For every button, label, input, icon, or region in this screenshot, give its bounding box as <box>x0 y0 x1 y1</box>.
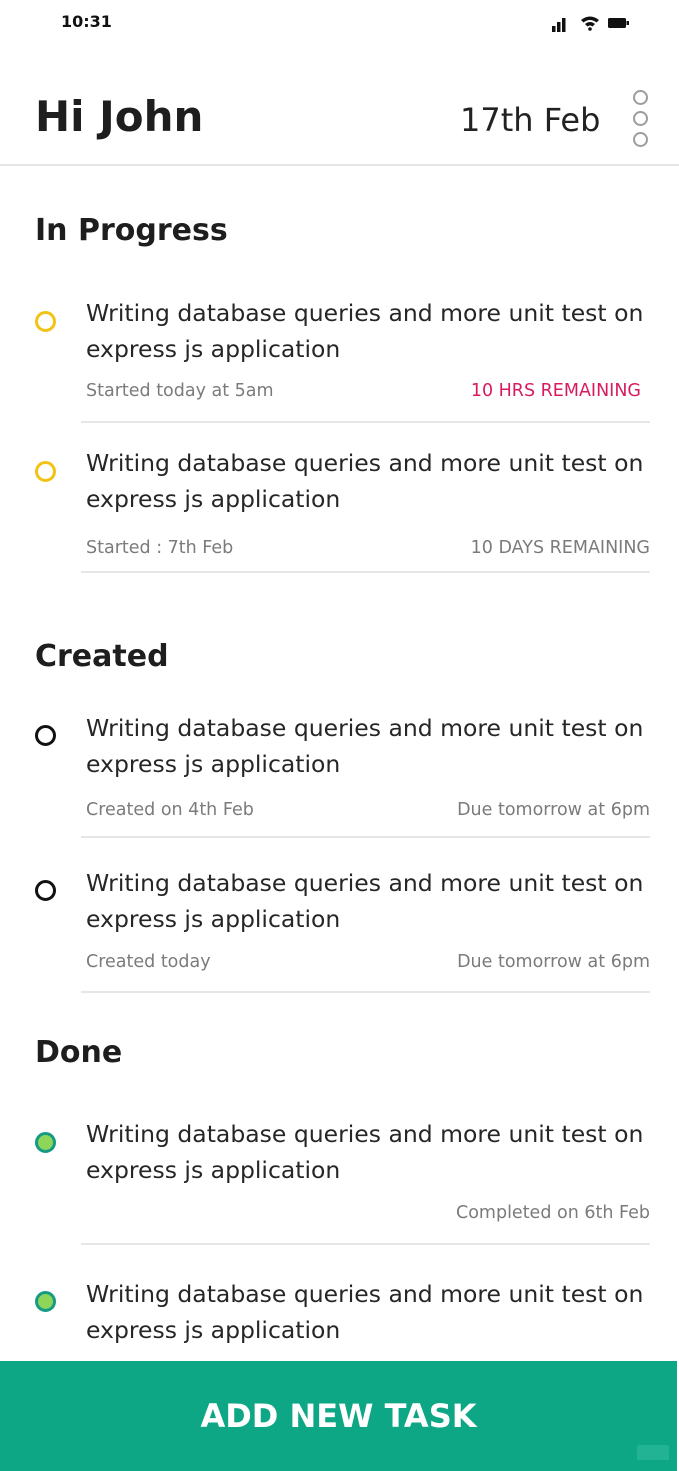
task-due-date: Due tomorrow at 6pm <box>457 952 650 972</box>
status-icons <box>550 13 630 33</box>
task-status-circle[interactable] <box>35 880 56 901</box>
task-meta-created: Created today <box>86 952 211 972</box>
task-status-circle[interactable] <box>35 461 56 482</box>
task-time-remaining: 10 HRS REMAINING <box>470 381 641 401</box>
wifi-icon <box>581 16 599 31</box>
divider <box>81 836 650 838</box>
task-meta-started: Started today at 5am <box>86 381 274 401</box>
header-date: 17th Feb <box>460 101 601 139</box>
header: Hi John 17th Feb <box>0 70 679 166</box>
corner-mark <box>637 1445 669 1460</box>
task-title: Writing database queries and more unit t… <box>86 714 644 778</box>
section-title-in-progress: In Progress <box>35 213 228 248</box>
divider <box>81 991 650 993</box>
divider <box>81 1243 650 1245</box>
task-title: Writing database queries and more unit t… <box>86 299 644 363</box>
task-due-date: Due tomorrow at 6pm <box>457 800 650 820</box>
greeting: Hi John <box>35 92 204 141</box>
task-title: Writing database queries and more unit t… <box>86 449 644 513</box>
add-new-task-button[interactable]: ADD NEW TASK <box>0 1361 677 1471</box>
status-bar: 10:31 <box>0 0 679 46</box>
task-time-remaining: 10 DAYS REMAINING <box>470 538 650 558</box>
section-title-created: Created <box>35 639 169 674</box>
task-meta-started: Started : 7th Feb <box>86 538 234 558</box>
battery-icon <box>608 18 629 28</box>
more-menu-button[interactable] <box>626 88 654 150</box>
menu-dot <box>633 90 648 105</box>
signal-icon <box>552 18 566 32</box>
task-title: Writing database queries and more unit t… <box>86 869 644 933</box>
task-status-circle[interactable] <box>35 1291 56 1312</box>
divider <box>81 571 650 573</box>
menu-dot <box>633 132 648 147</box>
task-status-circle[interactable] <box>35 311 56 332</box>
task-title: Writing database queries and more unit t… <box>86 1120 644 1184</box>
divider <box>81 421 650 423</box>
task-meta-created: Created on 4th Feb <box>86 800 254 820</box>
status-time: 10:31 <box>61 12 112 31</box>
task-status-circle[interactable] <box>35 1132 56 1153</box>
task-status-circle[interactable] <box>35 725 56 746</box>
task-title: Writing database queries and more unit t… <box>86 1280 644 1344</box>
task-completed-date: Completed on 6th Feb <box>455 1203 650 1223</box>
section-title-done: Done <box>35 1035 123 1070</box>
menu-dot <box>633 111 648 126</box>
